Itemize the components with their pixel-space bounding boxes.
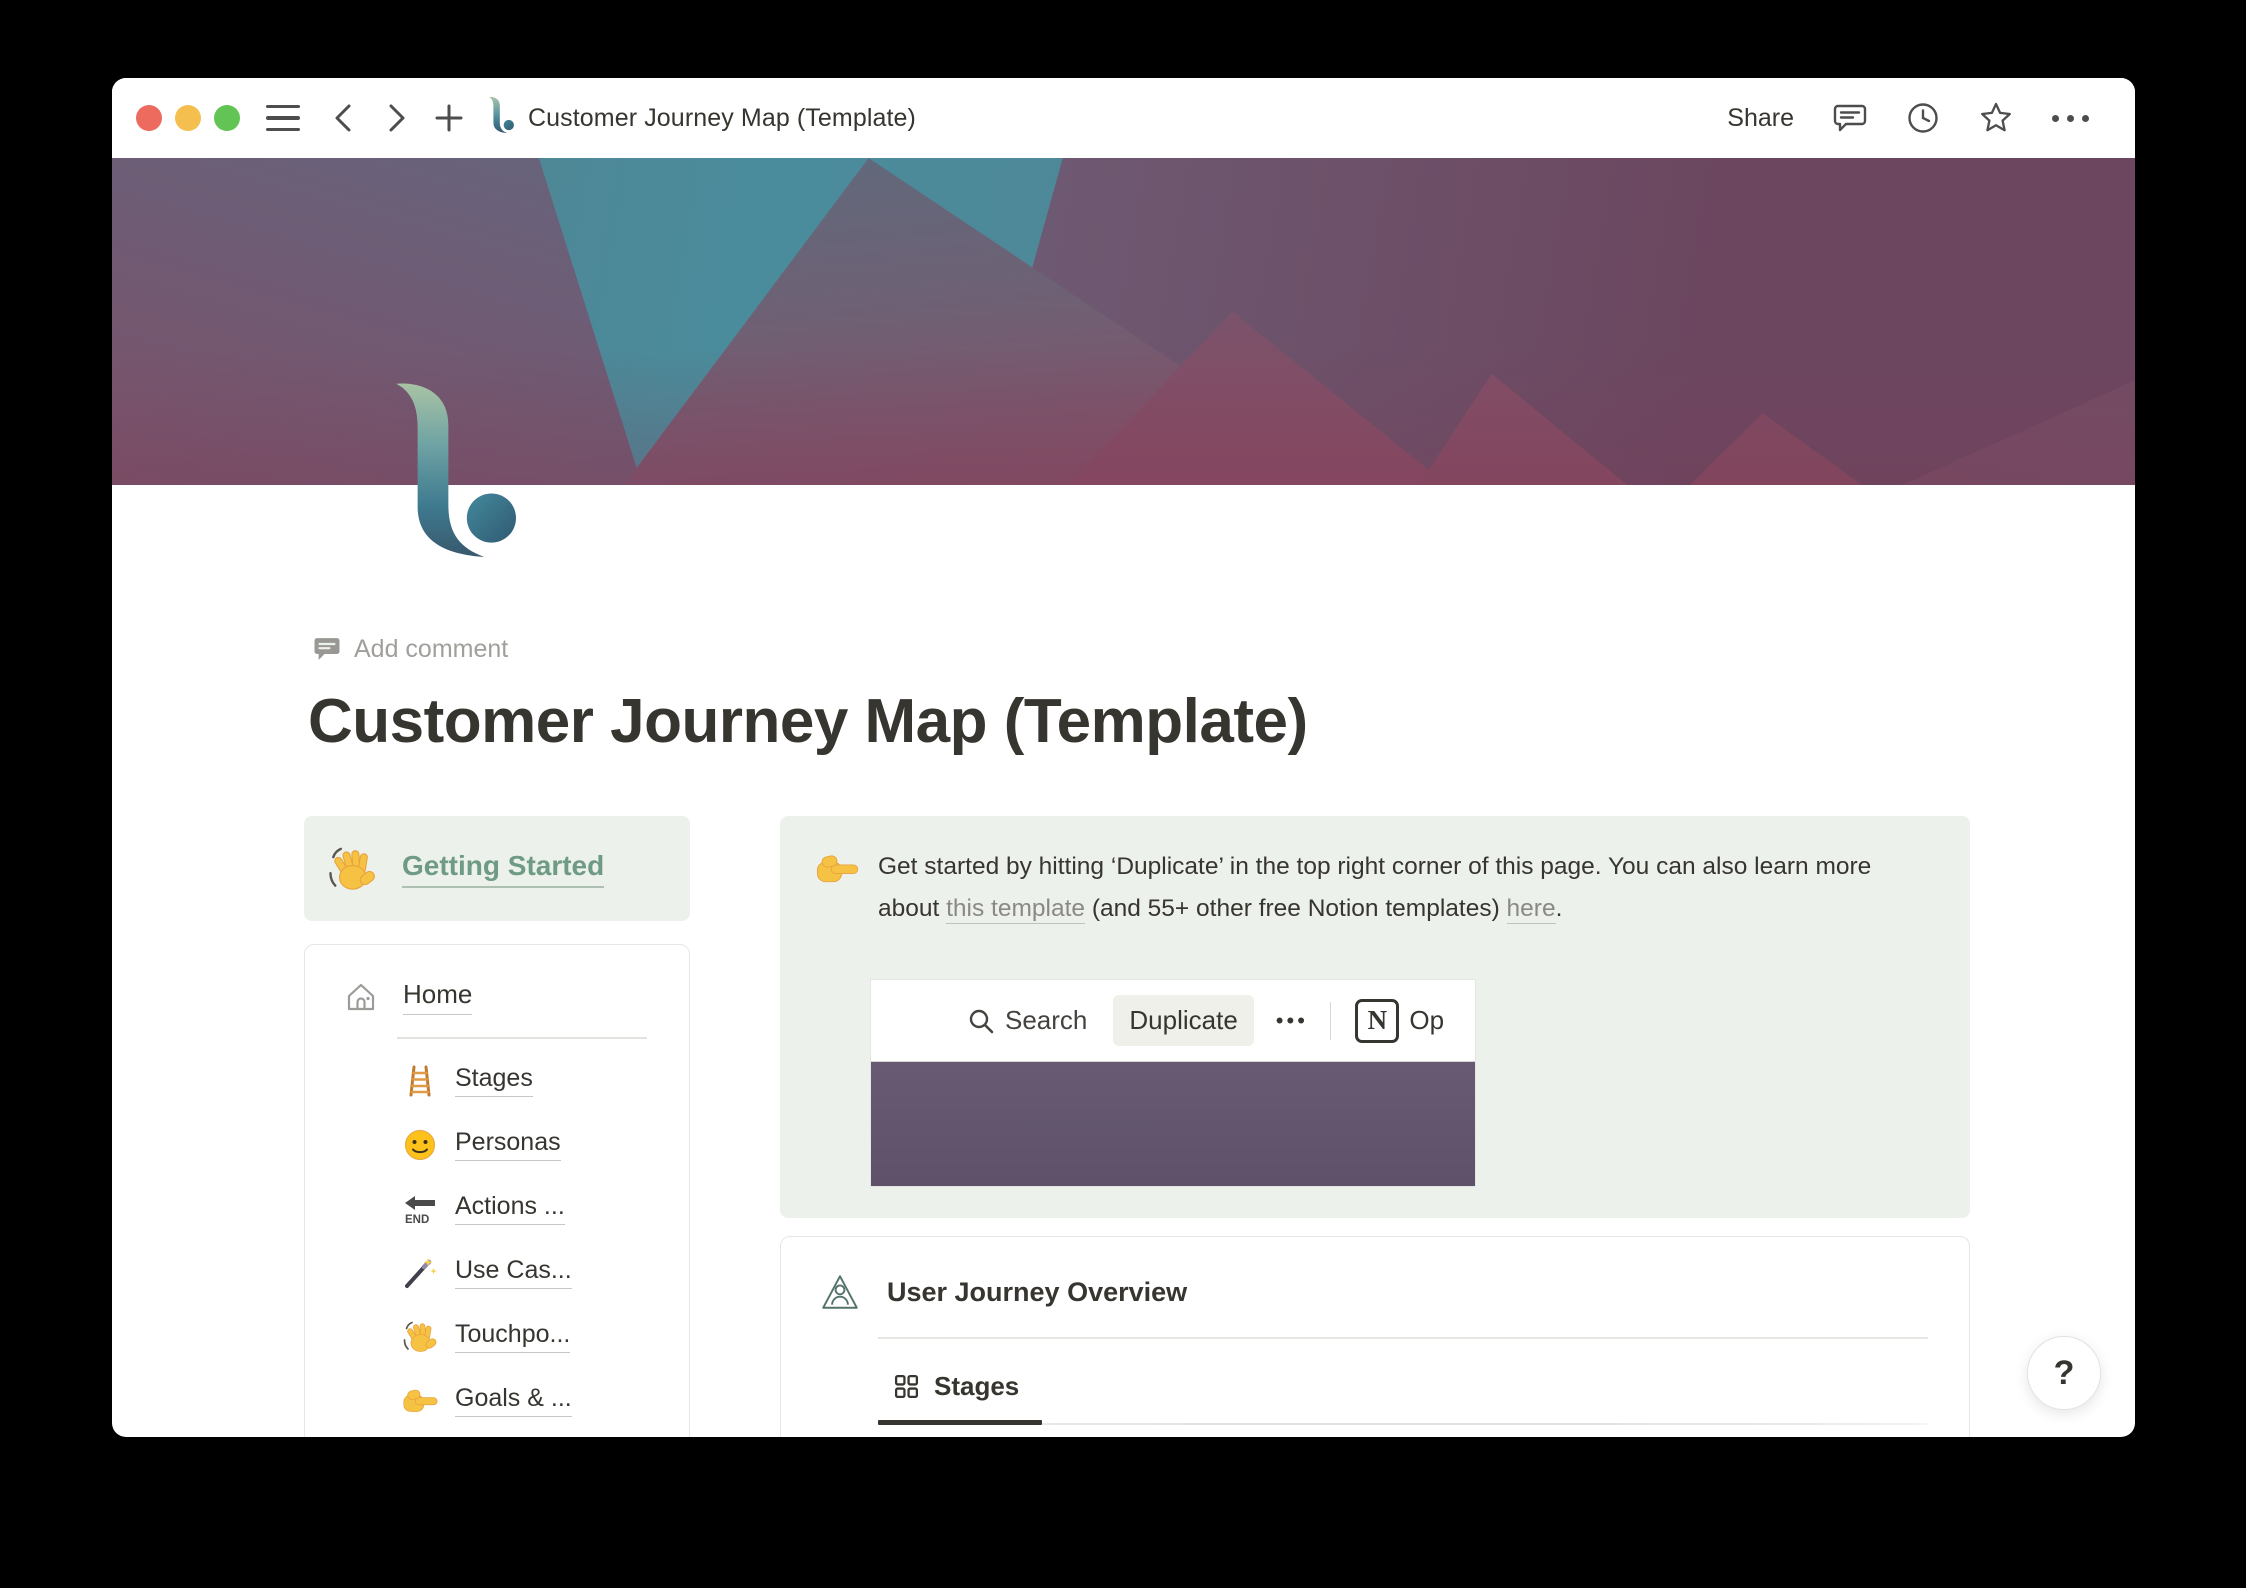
nav-item-label: Touchpo... bbox=[455, 1320, 571, 1353]
titlebar: Customer Journey Map (Template) Share bbox=[112, 78, 2135, 158]
zoom-window-button[interactable] bbox=[214, 105, 240, 131]
nav-item-label: Goals & ... bbox=[455, 1384, 572, 1417]
tab-stages[interactable]: Stages bbox=[893, 1371, 1969, 1402]
nav-item-label: Stages bbox=[455, 1064, 533, 1097]
nav-home-row[interactable]: Home bbox=[341, 977, 689, 1017]
grid-view-icon bbox=[894, 1374, 919, 1398]
close-window-button[interactable] bbox=[136, 105, 162, 131]
ladder-icon bbox=[401, 1062, 439, 1100]
share-button[interactable]: Share bbox=[1727, 104, 1794, 133]
magic-wand-icon bbox=[401, 1254, 439, 1292]
tab-stages-label: Stages bbox=[934, 1370, 1020, 1401]
nav-item-personas[interactable]: Personas bbox=[401, 1113, 689, 1177]
back-icon[interactable] bbox=[328, 101, 358, 135]
smiley-icon bbox=[401, 1126, 439, 1164]
embed-duplicate-button: Duplicate bbox=[1113, 995, 1254, 1046]
navigation-card: Home Stages Personas END Actions ... Use… bbox=[304, 944, 690, 1437]
person-in-triangle-icon bbox=[822, 1275, 858, 1309]
minimize-window-button[interactable] bbox=[175, 105, 201, 131]
nav-item-actions[interactable]: END Actions ... bbox=[401, 1177, 689, 1241]
user-journey-overview-card: User Journey Overview Stages bbox=[780, 1236, 1970, 1437]
overview-divider bbox=[878, 1337, 1928, 1339]
getting-started-callout: Getting Started bbox=[304, 816, 690, 921]
duplicate-hint-image: Search Duplicate ••• N Op bbox=[871, 980, 1475, 1186]
point-right-icon bbox=[401, 1382, 439, 1420]
callout-text-segment: (and 55+ other free Notion templates) bbox=[1085, 895, 1507, 922]
embed-divider bbox=[1329, 1001, 1332, 1040]
new-tab-icon[interactable] bbox=[434, 103, 464, 133]
callout-text: Get started by hitting ‘Duplicate’ in th… bbox=[878, 846, 1936, 930]
end-arrow-icon: END bbox=[401, 1190, 439, 1228]
embed-cover-fragment bbox=[871, 1062, 1475, 1186]
nav-item-label: Personas bbox=[455, 1128, 561, 1161]
house-icon bbox=[347, 983, 375, 1011]
forward-icon[interactable] bbox=[382, 101, 412, 135]
more-options-icon[interactable] bbox=[2052, 114, 2089, 122]
embed-open-label: Op bbox=[1409, 1005, 1445, 1035]
page-icon-logo[interactable] bbox=[392, 382, 516, 568]
nav-item-label: Use Cas... bbox=[455, 1256, 572, 1289]
nav-item-stages[interactable]: Stages bbox=[401, 1049, 689, 1113]
here-link[interactable]: here bbox=[1506, 895, 1556, 924]
help-button[interactable]: ? bbox=[2027, 1336, 2101, 1410]
comment-bubble-icon bbox=[314, 638, 340, 660]
nav-item-use-cases[interactable]: Use Cas... bbox=[401, 1241, 689, 1305]
embed-toolbar: Search Duplicate ••• N Op bbox=[871, 980, 1475, 1062]
embed-search-label: Search bbox=[1005, 1005, 1088, 1035]
nav-home-link[interactable]: Home bbox=[403, 979, 473, 1015]
menu-icon[interactable] bbox=[266, 104, 300, 132]
getting-started-link[interactable]: Getting Started bbox=[402, 850, 605, 888]
notion-logo-icon: N bbox=[1355, 998, 1400, 1043]
svg-text:END: END bbox=[405, 1214, 429, 1226]
app-window: Customer Journey Map (Template) Share Ad… bbox=[112, 78, 2135, 1437]
comments-icon[interactable] bbox=[1832, 100, 1868, 136]
history-clock-icon[interactable] bbox=[1906, 101, 1940, 135]
traffic-lights bbox=[136, 105, 240, 131]
wave-icon bbox=[401, 1318, 439, 1356]
window-title: Customer Journey Map (Template) bbox=[528, 103, 916, 132]
search-icon bbox=[969, 1009, 994, 1033]
overview-card-title[interactable]: User Journey Overview bbox=[887, 1277, 1187, 1308]
nav-item-touchpoints[interactable]: Touchpo... bbox=[401, 1305, 689, 1369]
favorite-star-icon[interactable] bbox=[1978, 100, 2014, 136]
point-right-icon bbox=[814, 846, 860, 892]
duplicate-instructions-callout: Get started by hitting ‘Duplicate’ in th… bbox=[780, 816, 1970, 1218]
add-comment-button[interactable]: Add comment bbox=[312, 634, 508, 664]
wave-icon bbox=[326, 843, 378, 895]
nav-item-label: Actions ... bbox=[455, 1192, 565, 1225]
this-template-link[interactable]: this template bbox=[946, 895, 1086, 924]
add-comment-label: Add comment bbox=[354, 634, 509, 663]
page-title[interactable]: Customer Journey Map (Template) bbox=[308, 686, 1308, 757]
tab-underline bbox=[878, 1419, 1928, 1425]
embed-more-icon: ••• bbox=[1275, 1007, 1308, 1033]
nav-divider bbox=[397, 1037, 647, 1039]
nav-item-goals[interactable]: Goals & ... bbox=[401, 1369, 689, 1433]
workspace-logo-icon bbox=[488, 96, 514, 140]
callout-text-segment: . bbox=[1555, 895, 1563, 922]
